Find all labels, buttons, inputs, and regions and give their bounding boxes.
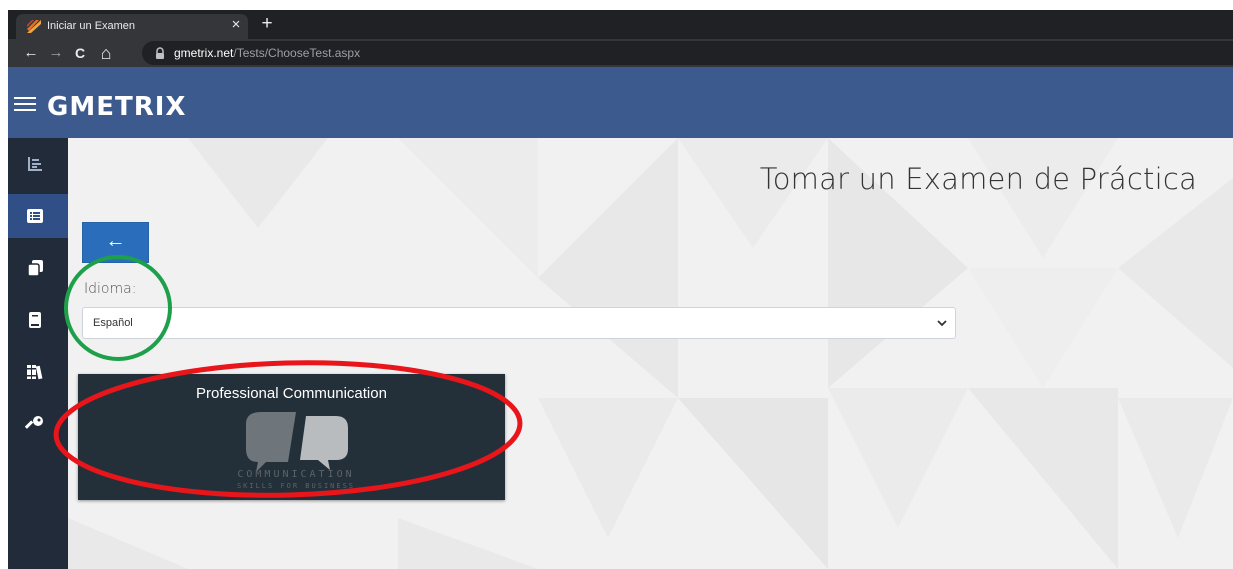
- lock-icon: [156, 47, 164, 59]
- background-pattern: [68, 138, 1233, 569]
- tab-bar: Iniciar un Examen × +: [8, 10, 1233, 39]
- sidebar-item-key[interactable]: [8, 402, 68, 446]
- language-label: Idioma:: [84, 281, 137, 297]
- address-bar[interactable]: gmetrix.net/Tests/ChooseTest.aspx: [142, 41, 1233, 65]
- book-icon: [29, 312, 41, 328]
- new-tab-icon[interactable]: +: [257, 13, 277, 35]
- art-text-line1: COMMUNICATION: [237, 469, 354, 480]
- list-icon: [27, 209, 43, 223]
- url-host: gmetrix.net: [174, 46, 234, 60]
- communication-bubbles-icon: COMMUNICATION SKILLS FOR BUSINESS: [237, 412, 355, 490]
- chevron-down-icon: [937, 320, 947, 327]
- tab-close-icon[interactable]: ×: [228, 17, 244, 33]
- copy-icon: [27, 260, 43, 277]
- exam-card-title: Professional Communication: [196, 385, 387, 402]
- hamburger-menu-icon[interactable]: [14, 97, 38, 117]
- browser-window: Iniciar un Examen × + ← → C ⌂ gmetrix.ne…: [8, 10, 1233, 569]
- sidebar-item-book[interactable]: [8, 298, 68, 342]
- key-icon: [25, 416, 43, 429]
- sidebar-item-reports[interactable]: [8, 142, 68, 186]
- sidebar-item-tests[interactable]: [8, 194, 68, 238]
- library-icon: [27, 365, 43, 380]
- app-header: GMETRIX: [8, 67, 1233, 138]
- sidebar-item-library[interactable]: [8, 350, 68, 394]
- forward-arrow-icon[interactable]: →: [47, 43, 65, 63]
- sidebar-item-copies[interactable]: [8, 246, 68, 290]
- language-select[interactable]: Español: [82, 307, 956, 339]
- main-content: Tomar un Examen de Práctica ← Idioma: Es…: [68, 138, 1233, 569]
- tab-title: Iniciar un Examen: [47, 20, 136, 32]
- url-text: gmetrix.net/Tests/ChooseTest.aspx: [174, 46, 360, 60]
- language-select-value: Español: [93, 317, 133, 329]
- page-title: Tomar un Examen de Práctica: [759, 162, 1197, 196]
- gmetrix-logo[interactable]: GMETRIX: [47, 92, 186, 122]
- url-path: /Tests/ChooseTest.aspx: [233, 46, 361, 60]
- gmetrix-favicon-icon: [27, 20, 41, 33]
- back-button[interactable]: ←: [82, 222, 149, 263]
- art-text-line2: SKILLS FOR BUSINESS: [237, 482, 355, 490]
- browser-tab[interactable]: Iniciar un Examen ×: [16, 14, 248, 39]
- reload-icon[interactable]: C: [71, 43, 89, 63]
- exam-card-professional-communication[interactable]: COMMUNICATION SKILLS FOR BUSINESS Profes…: [78, 374, 505, 500]
- sidebar: [8, 138, 68, 569]
- list-chart-icon: [28, 157, 42, 171]
- browser-toolbar: ← → C ⌂ gmetrix.net/Tests/ChooseTest.asp…: [8, 39, 1233, 67]
- back-arrow-icon[interactable]: ←: [22, 43, 40, 63]
- home-icon[interactable]: ⌂: [97, 43, 115, 63]
